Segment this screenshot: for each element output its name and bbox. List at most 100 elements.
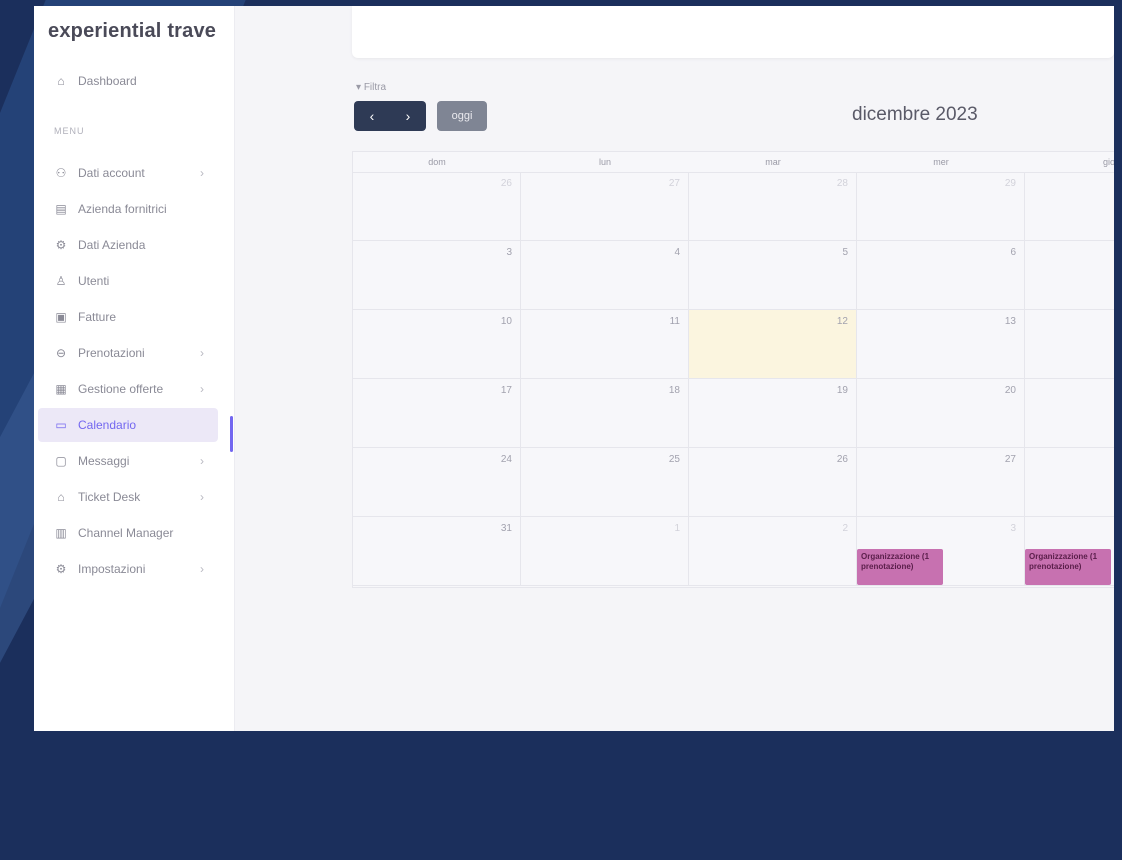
day-number[interactable]: 6 xyxy=(1010,247,1016,258)
weekday-header: gio xyxy=(1102,157,1114,167)
sidebar-item-label: Messaggi xyxy=(78,454,130,468)
calendar-day-cell[interactable]: 19 xyxy=(689,379,857,448)
weekday-header: mar xyxy=(765,157,781,167)
calendar-event[interactable]: Organizzazione (1 prenotazione) xyxy=(1025,549,1111,585)
sidebar-item-fatture[interactable]: ▣ Fatture xyxy=(38,300,218,334)
calendar-day-cell[interactable]: 27 xyxy=(857,448,1025,517)
calendar-day-cell[interactable]: 12 xyxy=(689,310,857,379)
chevron-right-icon: › xyxy=(200,490,204,504)
ticket-icon: ⌂ xyxy=(57,490,65,504)
sidebar-item-ticket-desk[interactable]: ⌂ Ticket Desk › xyxy=(38,480,218,514)
calendar-day-cell[interactable]: 30 xyxy=(1025,172,1114,241)
calendar-day-cell[interactable]: 10 xyxy=(353,310,521,379)
sidebar-item-dati-account[interactable]: ⚇ Dati account › xyxy=(38,156,218,190)
day-number[interactable]: 12 xyxy=(837,316,848,327)
day-number[interactable]: 27 xyxy=(1005,454,1016,465)
day-number[interactable]: 13 xyxy=(1005,316,1016,327)
day-number[interactable]: 20 xyxy=(1005,385,1016,396)
sidebar-item-utenti[interactable]: ♙ Utenti xyxy=(38,264,218,298)
sidebar-item-gestione-offerte[interactable]: ▦ Gestione offerte › xyxy=(38,372,218,406)
day-number[interactable]: 24 xyxy=(501,454,512,465)
calendar-day-cell[interactable]: 4 xyxy=(521,241,689,310)
calendar-day-cell[interactable]: 2 xyxy=(689,517,857,586)
sidebar-item-label: Fatture xyxy=(78,310,117,324)
brand-logo-text[interactable]: experiential trave xyxy=(48,20,234,43)
calendar-day-cell[interactable]: 11 xyxy=(521,310,689,379)
calendar-day-cell[interactable]: 28 xyxy=(689,172,857,241)
day-number[interactable]: 25 xyxy=(669,454,680,465)
day-number[interactable]: 4 xyxy=(674,247,680,258)
day-number[interactable]: 31 xyxy=(501,523,512,534)
sidebar-item-label: Calendario xyxy=(78,418,137,432)
weekday-header: lun xyxy=(598,157,611,167)
sidebar-item-label: Channel Manager xyxy=(78,526,174,540)
app-window: experiential trave ⌂ Dashboard MENU ⚇ Dat… xyxy=(34,6,1114,731)
offers-icon: ▦ xyxy=(55,382,67,396)
sidebar-item-channel-manager[interactable]: ▥ Channel Manager xyxy=(38,516,218,550)
sidebar-item-impostazioni[interactable]: ⚙ Impostazioni › xyxy=(38,552,218,586)
filter-toggle[interactable]: ▾ Filtra xyxy=(356,82,386,93)
day-number[interactable]: 27 xyxy=(669,178,680,189)
calendar-day-cell[interactable]: 13 xyxy=(857,310,1025,379)
calendar-day-cell[interactable]: 27 xyxy=(521,172,689,241)
calendar-day-cell[interactable]: 29 xyxy=(857,172,1025,241)
message-icon: ▢ xyxy=(55,454,67,468)
day-number[interactable]: 17 xyxy=(501,385,512,396)
chevron-right-icon: › xyxy=(200,454,204,468)
calendar-day-cell[interactable]: 17 xyxy=(353,379,521,448)
calendar-day-cell[interactable]: 6 xyxy=(857,241,1025,310)
sidebar-item-azienda-fornitrici[interactable]: ▤ Azienda fornitrici xyxy=(38,192,218,226)
calendar-day-cell[interactable]: 3 xyxy=(353,241,521,310)
day-number[interactable]: 29 xyxy=(1005,178,1016,189)
prev-month-button[interactable]: ‹ xyxy=(354,101,390,131)
sidebar-item-dashboard[interactable]: ⌂ Dashboard xyxy=(38,64,218,98)
calendar-day-cell[interactable]: 21 xyxy=(1025,379,1114,448)
calendar-day-cell[interactable]: 5 xyxy=(689,241,857,310)
day-number[interactable]: 26 xyxy=(501,178,512,189)
day-number[interactable]: 26 xyxy=(837,454,848,465)
day-number[interactable]: 28 xyxy=(837,178,848,189)
weekday-header: mer xyxy=(933,157,949,167)
chevron-right-icon: › xyxy=(200,346,204,360)
sidebar-item-dati-azienda[interactable]: ⚙ Dati Azienda xyxy=(38,228,218,262)
chevron-right-icon: › xyxy=(200,382,204,396)
channel-icon: ▥ xyxy=(55,526,67,540)
sidebar-item-label: Dati Azienda xyxy=(78,238,146,252)
day-number[interactable]: 1 xyxy=(674,523,680,534)
day-number[interactable]: 3 xyxy=(506,247,512,258)
calendar-day-cell[interactable]: 7 xyxy=(1025,241,1114,310)
calendar-day-cell[interactable]: 25 xyxy=(521,448,689,517)
home-icon: ⌂ xyxy=(57,74,65,88)
sidebar-item-label: Prenotazioni xyxy=(78,346,145,360)
calendar-day-cell[interactable]: 18 xyxy=(521,379,689,448)
today-button[interactable]: oggi xyxy=(437,101,487,131)
settings-icon: ⚙ xyxy=(55,562,67,576)
calendar-event[interactable]: Organizzazione (1 prenotazione) xyxy=(857,549,943,585)
calendar-day-cell[interactable]: 31 xyxy=(353,517,521,586)
user-icon: ⚇ xyxy=(55,166,67,180)
sidebar-section-title: MENU xyxy=(54,126,85,136)
day-number[interactable]: 2 xyxy=(842,523,848,534)
calendar-grid: domlunmarmergio 262728293034567101112131… xyxy=(352,151,1114,588)
day-number[interactable]: 10 xyxy=(501,316,512,327)
sidebar-item-label: Ticket Desk xyxy=(78,490,141,504)
calendar-day-cell[interactable]: 14 xyxy=(1025,310,1114,379)
day-number[interactable]: 18 xyxy=(669,385,680,396)
sidebar-item-messaggi[interactable]: ▢ Messaggi › xyxy=(38,444,218,478)
active-indicator xyxy=(230,416,233,452)
calendar-day-cell[interactable]: 26 xyxy=(353,172,521,241)
invoice-icon: ▣ xyxy=(55,310,67,324)
calendar-day-cell[interactable]: 20 xyxy=(857,379,1025,448)
day-number[interactable]: 5 xyxy=(842,247,848,258)
sidebar-item-calendario[interactable]: ▭ Calendario xyxy=(38,408,218,442)
calendar-day-cell[interactable]: 28 xyxy=(1025,448,1114,517)
calendar-day-cell[interactable]: 1 xyxy=(521,517,689,586)
next-month-button[interactable]: › xyxy=(390,101,426,131)
calendar-day-cell[interactable]: 24 xyxy=(353,448,521,517)
sidebar-item-prenotazioni[interactable]: ⊖ Prenotazioni › xyxy=(38,336,218,370)
day-number[interactable]: 19 xyxy=(837,385,848,396)
day-number[interactable]: 11 xyxy=(670,316,680,327)
calendar-day-cell[interactable]: 26 xyxy=(689,448,857,517)
day-number[interactable]: 3 xyxy=(1010,523,1016,534)
calendar-title: dicembre 2023 xyxy=(852,104,978,125)
